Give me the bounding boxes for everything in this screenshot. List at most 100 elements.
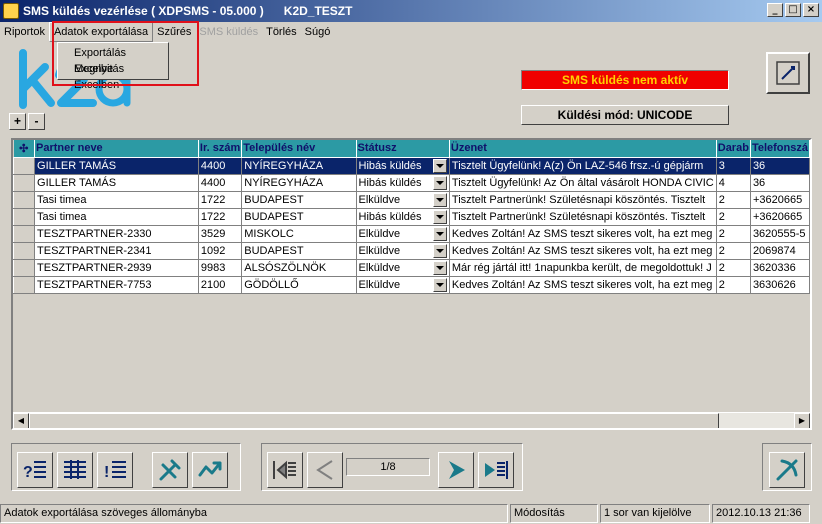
menu-item-open-excel[interactable]: Megnyitás Excelben (58, 61, 168, 91)
row-indicator[interactable] (13, 190, 36, 209)
menu-data-export[interactable]: Adatok exportálása (48, 22, 154, 42)
menu-item-export-excel[interactable]: Exportálás Excelbe (58, 45, 168, 75)
status-value: Elküldve (358, 193, 401, 206)
status-select[interactable]: Elküldve (359, 277, 447, 292)
status-select[interactable]: Elküldve (359, 260, 447, 275)
row-indicator[interactable] (13, 207, 36, 226)
status-mode: Módosítás (510, 504, 598, 523)
cell-status[interactable]: Elküldve (356, 191, 450, 209)
edit-button[interactable] (766, 52, 810, 94)
list-view-button[interactable] (57, 452, 93, 488)
status-select[interactable]: Elküldve (358, 192, 447, 207)
cell-status[interactable]: Elküldve (356, 259, 450, 277)
alert-list-button[interactable]: ! (97, 452, 133, 488)
cell-status[interactable]: Hibás küldés (356, 208, 450, 226)
status-select[interactable]: Elküldve (359, 226, 447, 241)
maximize-button[interactable]: □ (785, 3, 801, 17)
cell-message: Tisztelt Partnerünk! Születésnapi köszön… (449, 208, 717, 226)
status-select[interactable]: Hibás küldés (359, 209, 447, 224)
table-row[interactable]: TESZTPARTNER-2939 9983 ALSÓSZÖLNÖK Elküldve… (13, 258, 810, 277)
chevron-down-icon[interactable] (432, 243, 447, 258)
cell-zip: 4400 (198, 157, 243, 175)
menu-reports[interactable]: Riportok (0, 23, 49, 41)
table-row[interactable]: Tasi timea 1722 BUDAPEST Hibás küldés Tiszte… (13, 207, 810, 226)
svg-text:!: ! (104, 464, 109, 481)
status-select[interactable]: Hibás küldés (359, 175, 447, 190)
chevron-down-icon[interactable] (432, 158, 447, 173)
page-indicator: 1/8 (346, 458, 430, 476)
prev-page-icon (316, 460, 333, 480)
table-row[interactable]: GILLER TAMÁS 4400 NYÍREGYHÁZA Hibás küldés T… (13, 173, 810, 192)
chevron-down-icon[interactable] (432, 192, 447, 207)
refresh-button[interactable] (192, 452, 228, 488)
status-select[interactable]: Hibás küldés (358, 158, 447, 173)
scroll-right-icon[interactable]: ▶ (794, 413, 810, 428)
help-list-button[interactable]: ? (17, 452, 53, 488)
horizontal-scrollbar[interactable]: ◀ ▶ (13, 412, 810, 428)
cell-city: BUDAPEST (241, 242, 357, 260)
cell-partner: Tasi timea (34, 208, 199, 226)
last-page-button[interactable] (478, 452, 514, 488)
export-dropdown-menu: Exportálás Excelbe Megnyitás Excelben (57, 42, 169, 91)
sms-status-indicator: SMS küldés nem aktív (521, 70, 729, 90)
menu-help[interactable]: Súgó (301, 23, 335, 41)
send-mode-button[interactable]: Küldési mód: UNICODE (521, 105, 729, 125)
cell-status[interactable]: Hibás küldés (356, 157, 450, 175)
menu-sms-send[interactable]: SMS küldés (195, 23, 262, 41)
prev-page-button[interactable] (307, 452, 343, 488)
column-header-city[interactable]: Település név (241, 140, 357, 158)
status-select[interactable]: Elküldve (358, 243, 447, 258)
cell-city: NYÍREGYHÁZA (241, 157, 357, 175)
column-header-zip[interactable]: Ir. szám (198, 140, 243, 158)
cell-zip: 2100 (198, 276, 243, 294)
column-header-partner[interactable]: Partner neve (34, 140, 199, 158)
cell-city: ALSÓSZÖLNÖK (241, 259, 357, 277)
cell-status[interactable]: Elküldve (356, 276, 450, 294)
cell-status[interactable]: Elküldve (356, 225, 450, 243)
chevron-down-icon[interactable] (432, 277, 447, 292)
cell-count: 4 (716, 174, 751, 192)
column-header-status[interactable]: Státusz (356, 140, 450, 158)
minimize-button[interactable]: _ (767, 3, 783, 17)
tools-button[interactable] (152, 452, 188, 488)
scroll-left-icon[interactable]: ◀ (13, 413, 29, 428)
column-header-phone[interactable]: Telefonszá (750, 140, 810, 158)
cell-status[interactable]: Hibás küldés (356, 174, 450, 192)
status-value: Hibás küldés (358, 159, 422, 172)
chevron-down-icon[interactable] (432, 260, 447, 275)
column-header-message[interactable]: Üzenet (449, 140, 717, 158)
table-row[interactable]: Tasi timea 1722 BUDAPEST Elküldve Tisztelt P… (13, 190, 810, 209)
next-page-button[interactable] (438, 452, 474, 488)
table-row[interactable]: TESZTPARTNER-7753 2100 GÖDÖLLŐ Elküldve Kedv… (13, 275, 810, 294)
last-page-icon (485, 461, 508, 479)
cell-status[interactable]: Elküldve (356, 242, 450, 260)
expand-button[interactable]: + (9, 113, 26, 130)
exit-button[interactable] (769, 452, 805, 488)
table-row[interactable]: TESZTPARTNER-2341 1092 BUDAPEST Elküldve Ked… (13, 241, 810, 260)
chevron-down-icon[interactable] (432, 209, 447, 224)
cell-phone: 36 (750, 157, 810, 175)
status-value: Elküldve (358, 244, 401, 257)
row-indicator[interactable] (13, 275, 36, 294)
row-indicator[interactable] (13, 156, 36, 175)
chevron-down-icon[interactable] (432, 226, 447, 241)
column-header-count[interactable]: Darab (716, 140, 751, 158)
table-row[interactable]: GILLER TAMÁS 4400 NYÍREGYHÁZA Hibás küldés T… (13, 156, 810, 175)
menu-delete[interactable]: Törlés (262, 23, 301, 41)
cell-message: Tisztelt Ügyfelünk! Az Ön által vásárolt… (449, 174, 717, 192)
status-bar: Adatok exportálása szöveges állományba M… (0, 503, 822, 524)
close-button[interactable]: × (803, 3, 819, 17)
row-indicator[interactable] (13, 241, 36, 260)
row-indicator[interactable] (13, 173, 36, 192)
row-indicator[interactable] (13, 224, 36, 243)
header-indicator[interactable]: ✣ (13, 140, 36, 158)
chevron-down-icon[interactable] (432, 175, 447, 190)
sms-data-table: ✣ Partner neve Ir. szám Település név St… (13, 140, 810, 294)
collapse-button[interactable]: - (28, 113, 45, 130)
table-row[interactable]: TESZTPARTNER-2330 3529 MISKOLC Elküldve Kedv… (13, 224, 810, 243)
scroll-thumb[interactable] (29, 413, 719, 428)
menu-filter[interactable]: Szűrés (153, 23, 195, 41)
collapse-icon: - (34, 114, 39, 128)
first-page-button[interactable] (267, 452, 303, 488)
row-indicator[interactable] (13, 258, 36, 277)
